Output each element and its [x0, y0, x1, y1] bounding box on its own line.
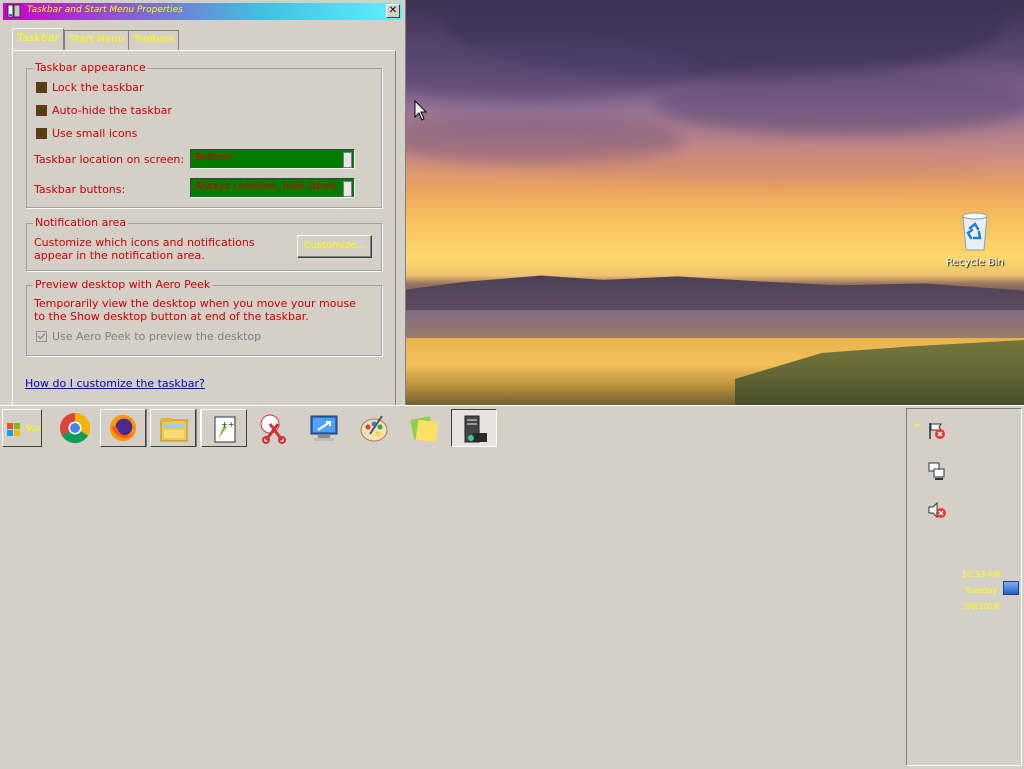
dialog-titlebar[interactable]: Taskbar and Start Menu Properties ✕: [3, 3, 402, 20]
notification-description: Customize which icons and notifications …: [34, 236, 255, 262]
mouse-cursor-icon: [414, 100, 428, 121]
dialog-title: Taskbar and Start Menu Properties: [27, 5, 183, 15]
volume-muted-icon[interactable]: [927, 500, 947, 520]
system-clock[interactable]: 10:33 AM Tuesday 3/6/2018: [961, 567, 1001, 615]
taskbar-sticky-notes-button[interactable]: [401, 409, 447, 447]
show-hidden-icons-button[interactable]: ^: [913, 423, 921, 434]
recycle-bin-desktop-icon[interactable]: Recycle Bin: [946, 210, 1004, 268]
wallpaper-cloud: [565, 150, 985, 182]
windows-logo-icon: [7, 423, 20, 436]
taskbar-chrome-button[interactable]: [52, 409, 98, 447]
group-title: Notification area: [33, 216, 129, 229]
taskbar-buttons-value: Always combine, hide labels: [195, 181, 337, 192]
taskbar-properties-icon: [7, 4, 21, 18]
snipping-tool-icon: [260, 414, 286, 444]
checkbox-box[interactable]: [36, 128, 47, 139]
aero-peek-description: Temporarily view the desktop when you mo…: [34, 297, 356, 323]
desktop-wallpaper: [405, 0, 1024, 405]
notification-tray: ^ 10:33 AM Tuesday 3/6/2018: [906, 408, 1022, 766]
dropdown-arrow-icon[interactable]: [343, 152, 352, 168]
wallpaper-cloud: [655, 70, 1024, 135]
svg-text:++: ++: [221, 420, 234, 429]
clock-day: Tuesday: [964, 586, 998, 595]
taskbar-remote-desktop-button[interactable]: [301, 409, 347, 447]
notepad-plus-plus-icon: ++: [214, 416, 236, 443]
taskbar-location-value: Bottom: [195, 152, 232, 163]
recycle-bin-label: Recycle Bin: [946, 257, 1004, 268]
tab-taskbar[interactable]: Taskbar: [12, 28, 64, 51]
firefox-icon: [109, 414, 137, 442]
clock-date: 3/6/2018: [963, 602, 999, 611]
checkbox-box[interactable]: [36, 331, 47, 342]
taskbar-server-manager-button[interactable]: [451, 409, 497, 447]
taskbar-explorer-button[interactable]: [150, 409, 196, 447]
taskbar: Sta ++ ^ 10:33 AM Tuesday 3/6/2018: [0, 405, 1024, 769]
taskbar-buttons-select[interactable]: Always combine, hide labels: [190, 178, 355, 198]
clock-time: 10:33 AM: [962, 570, 1000, 579]
start-label: Sta: [25, 424, 40, 434]
autohide-taskbar-label: Auto-hide the taskbar: [52, 104, 172, 117]
network-icon[interactable]: [927, 461, 947, 481]
taskbar-location-select[interactable]: Bottom: [190, 149, 355, 169]
tab-toolbars[interactable]: Toolbars: [128, 30, 180, 50]
paint-icon: [360, 415, 388, 442]
small-icons-label: Use small icons: [52, 127, 138, 140]
chrome-icon: [60, 413, 91, 444]
wallpaper-meadow: [405, 310, 1024, 340]
wallpaper-cloud: [405, 40, 695, 100]
action-center-icon[interactable]: [927, 421, 947, 441]
sticky-notes-icon: [410, 416, 439, 443]
taskbar-properties-dialog: Taskbar and Start Menu Properties ✕ Task…: [0, 0, 406, 405]
remote-desktop-icon: [310, 415, 338, 441]
recycle-bin-icon: [962, 212, 988, 251]
checkbox-box[interactable]: [36, 105, 47, 116]
taskbar-buttons-label: Taskbar buttons:: [34, 183, 126, 196]
lock-taskbar-label: Lock the taskbar: [52, 81, 144, 94]
dropdown-arrow-icon[interactable]: [343, 181, 352, 197]
aero-peek-label: Use Aero Peek to preview the desktop: [52, 330, 262, 343]
help-link[interactable]: How do I customize the taskbar?: [25, 377, 205, 390]
checkbox-box[interactable]: [36, 82, 47, 93]
group-title: Taskbar appearance: [33, 61, 148, 74]
server-manager-icon: [464, 415, 487, 443]
taskbar-snipping-button[interactable]: [251, 409, 297, 447]
taskbar-location-label: Taskbar location on screen:: [34, 153, 185, 166]
close-button[interactable]: ✕: [386, 4, 400, 18]
customize-button[interactable]: Customize...: [297, 235, 372, 258]
taskbar-notepadpp-button[interactable]: ++: [201, 409, 247, 447]
taskbar-paint-button[interactable]: [351, 409, 397, 447]
tab-start-menu[interactable]: Start Menu: [64, 30, 130, 50]
taskbar-firefox-button[interactable]: [100, 409, 146, 447]
file-explorer-icon: [160, 418, 188, 442]
start-button[interactable]: Sta: [2, 409, 42, 447]
show-desktop-button[interactable]: [1003, 581, 1019, 595]
group-title: Preview desktop with Aero Peek: [33, 278, 213, 291]
